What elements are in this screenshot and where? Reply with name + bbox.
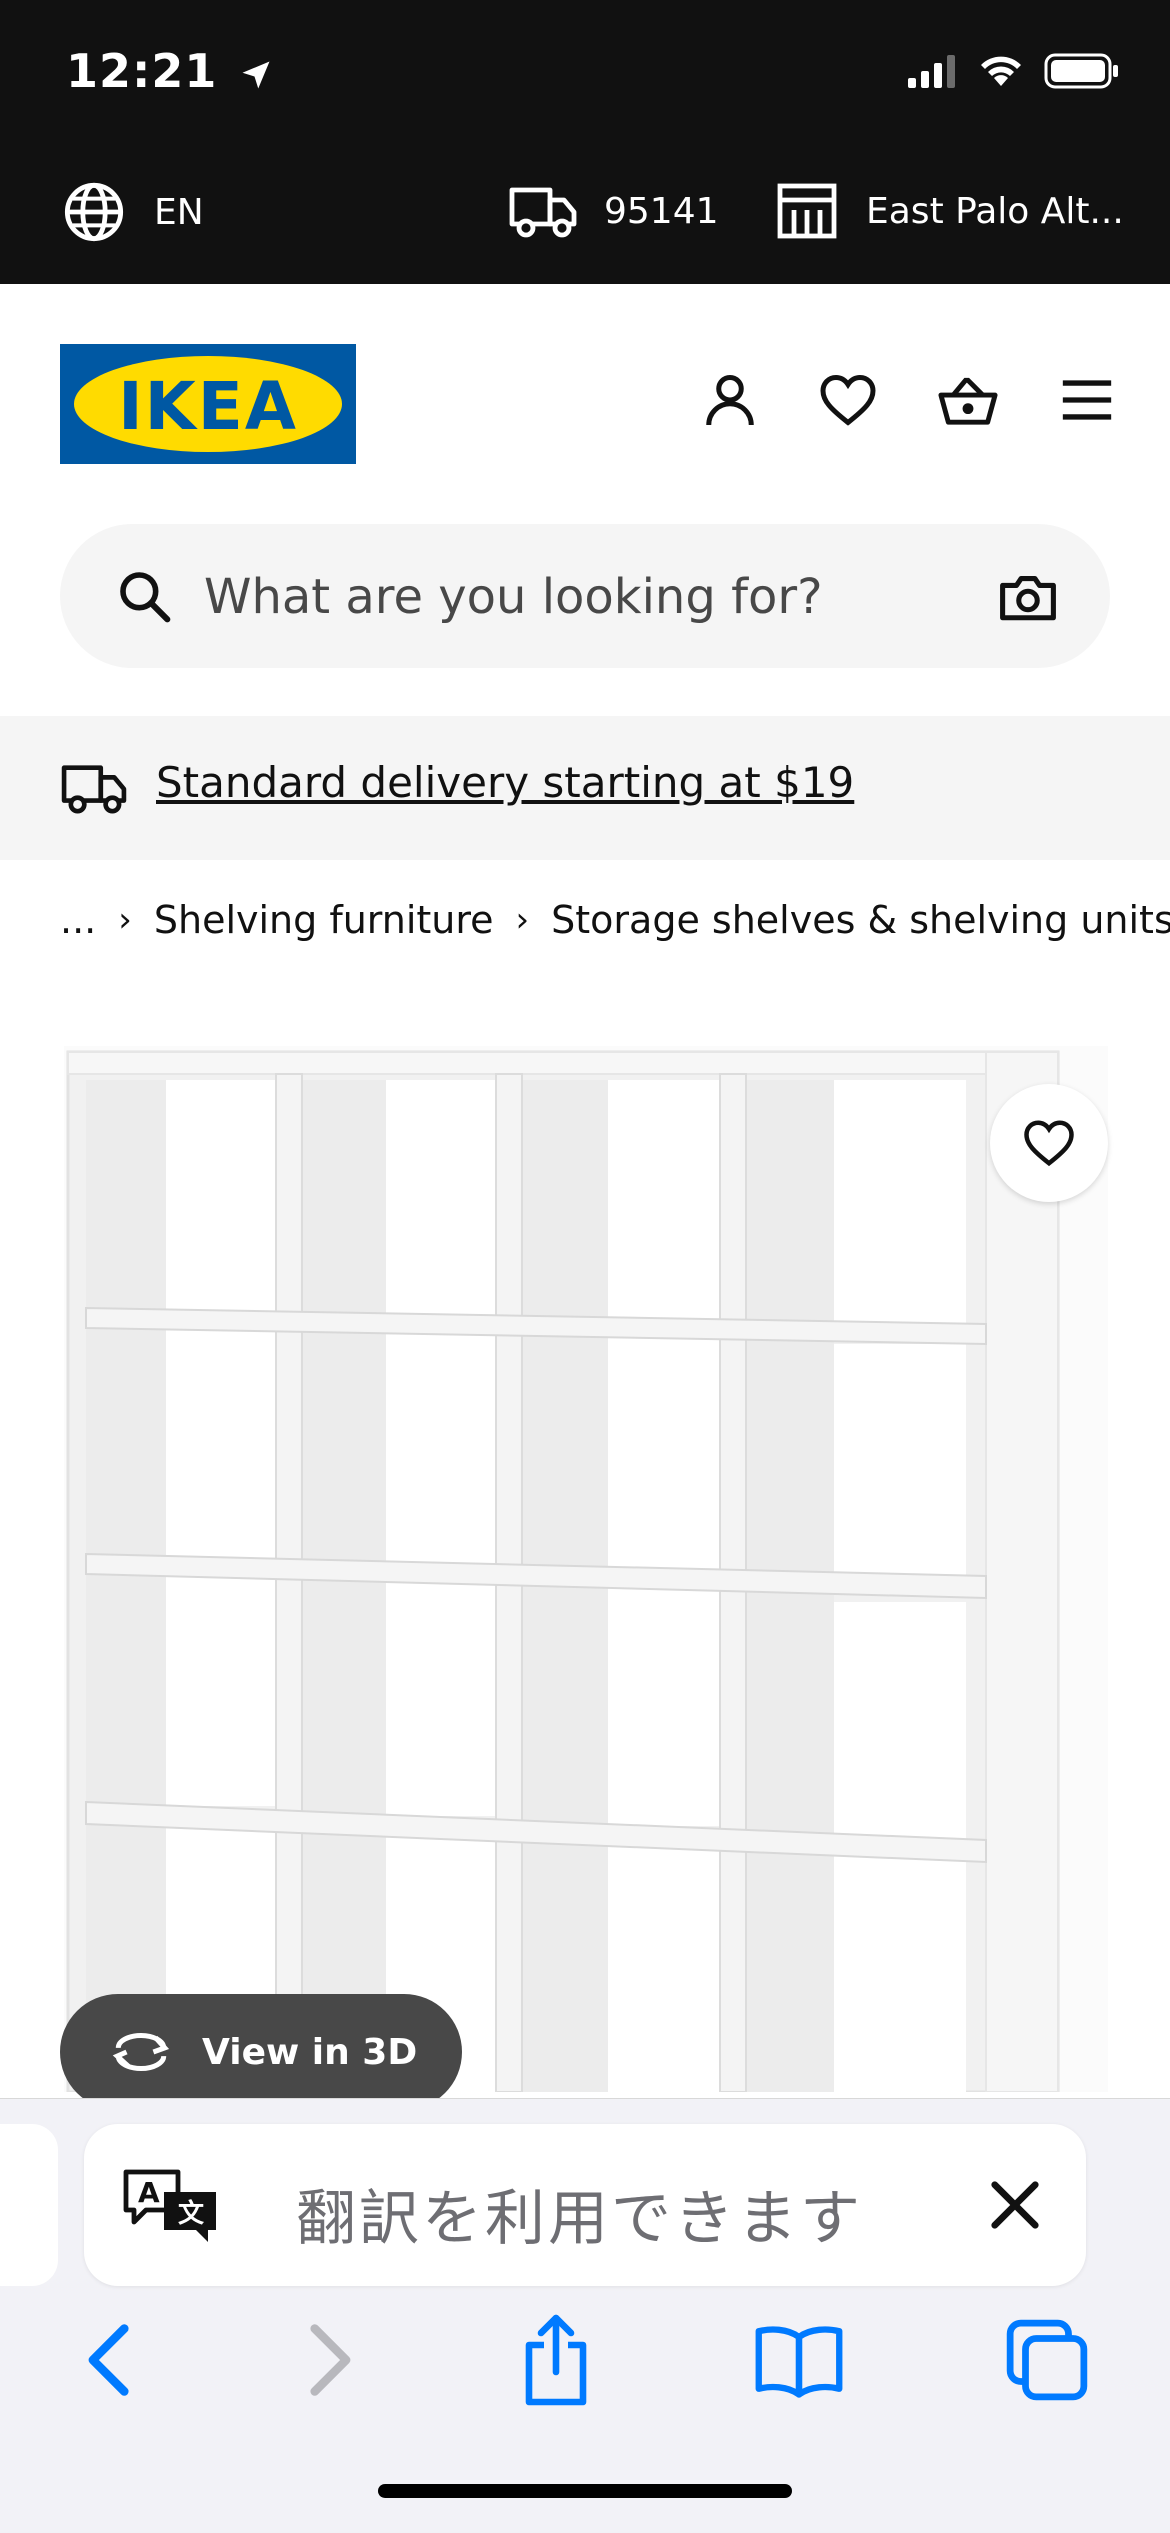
cart-icon[interactable] — [936, 370, 1000, 430]
breadcrumb-ellipsis[interactable]: ... — [60, 898, 96, 942]
header-actions — [700, 370, 1116, 430]
shelving-unit-image — [64, 1046, 1108, 2092]
language-selector[interactable]: EN — [62, 180, 204, 244]
chevron-right-icon: › — [515, 900, 530, 940]
zip-code-selector[interactable]: 95141 — [508, 182, 719, 240]
delivery-banner: Standard delivery starting at $19 — [0, 716, 1170, 860]
globe-icon — [64, 182, 124, 242]
product-image[interactable] — [64, 1046, 1108, 2092]
signal-icon — [908, 55, 955, 88]
status-time: 12:21 — [66, 44, 274, 98]
rotate-3d-icon — [112, 2032, 170, 2072]
back-chevron-icon[interactable] — [80, 2320, 140, 2400]
account-icon[interactable] — [700, 370, 760, 430]
status-icons — [908, 52, 1120, 90]
camera-icon[interactable] — [998, 570, 1058, 624]
tabs-icon[interactable] — [1004, 2317, 1090, 2403]
store-label: East Palo Alt... — [866, 190, 1124, 232]
translation-banner[interactable]: A 文 翻訳を利用できます — [84, 2124, 1086, 2286]
delivery-truck-icon — [61, 765, 127, 814]
breadcrumb: ... › Shelving furniture › Storage shelv… — [60, 898, 1170, 942]
breadcrumb-item-storage-shelves[interactable]: Storage shelves & shelving units — [551, 898, 1170, 942]
home-indicator — [378, 2484, 792, 2498]
delivery-truck-icon — [509, 187, 577, 238]
wifi-icon — [981, 56, 1021, 86]
zip-code-label: 95141 — [604, 190, 719, 232]
store-icon — [777, 183, 837, 239]
location-arrow-icon — [242, 61, 270, 88]
delivery-info-link[interactable]: Standard delivery starting at $19 — [156, 758, 854, 807]
battery-icon — [1044, 53, 1118, 89]
browser-toolbar — [0, 2300, 1170, 2420]
svg-text:文: 文 — [178, 2198, 205, 2229]
view-in-3d-button[interactable]: View in 3D — [60, 1994, 462, 2110]
chevron-right-icon: › — [118, 900, 132, 940]
store-selector[interactable]: East Palo Alt... — [776, 182, 1124, 240]
bookmarks-icon[interactable] — [753, 2322, 845, 2398]
close-icon[interactable] — [988, 2178, 1042, 2232]
heart-icon — [1024, 1120, 1074, 1167]
translation-available-text: 翻訳を利用できます — [296, 2184, 863, 2254]
view-in-3d-label: View in 3D — [202, 2031, 418, 2073]
ikea-logo[interactable]: IKEA — [60, 344, 356, 464]
add-to-favorites-button[interactable] — [990, 1084, 1108, 1202]
logo-text: IKEA — [118, 368, 298, 445]
menu-icon[interactable] — [1058, 370, 1116, 430]
share-icon[interactable] — [519, 2312, 593, 2408]
breadcrumb-item-shelving-furniture[interactable]: Shelving furniture — [154, 898, 494, 942]
search-input[interactable] — [202, 554, 986, 640]
svg-text:A: A — [138, 2176, 160, 2209]
previous-card-edge[interactable] — [0, 2124, 58, 2286]
language-label: EN — [154, 191, 204, 233]
search-icon — [120, 572, 171, 623]
search-bar[interactable] — [60, 524, 1110, 668]
translate-icon: A 文 — [123, 2169, 216, 2242]
favorites-icon[interactable] — [818, 370, 878, 430]
forward-chevron-icon[interactable] — [299, 2320, 359, 2400]
